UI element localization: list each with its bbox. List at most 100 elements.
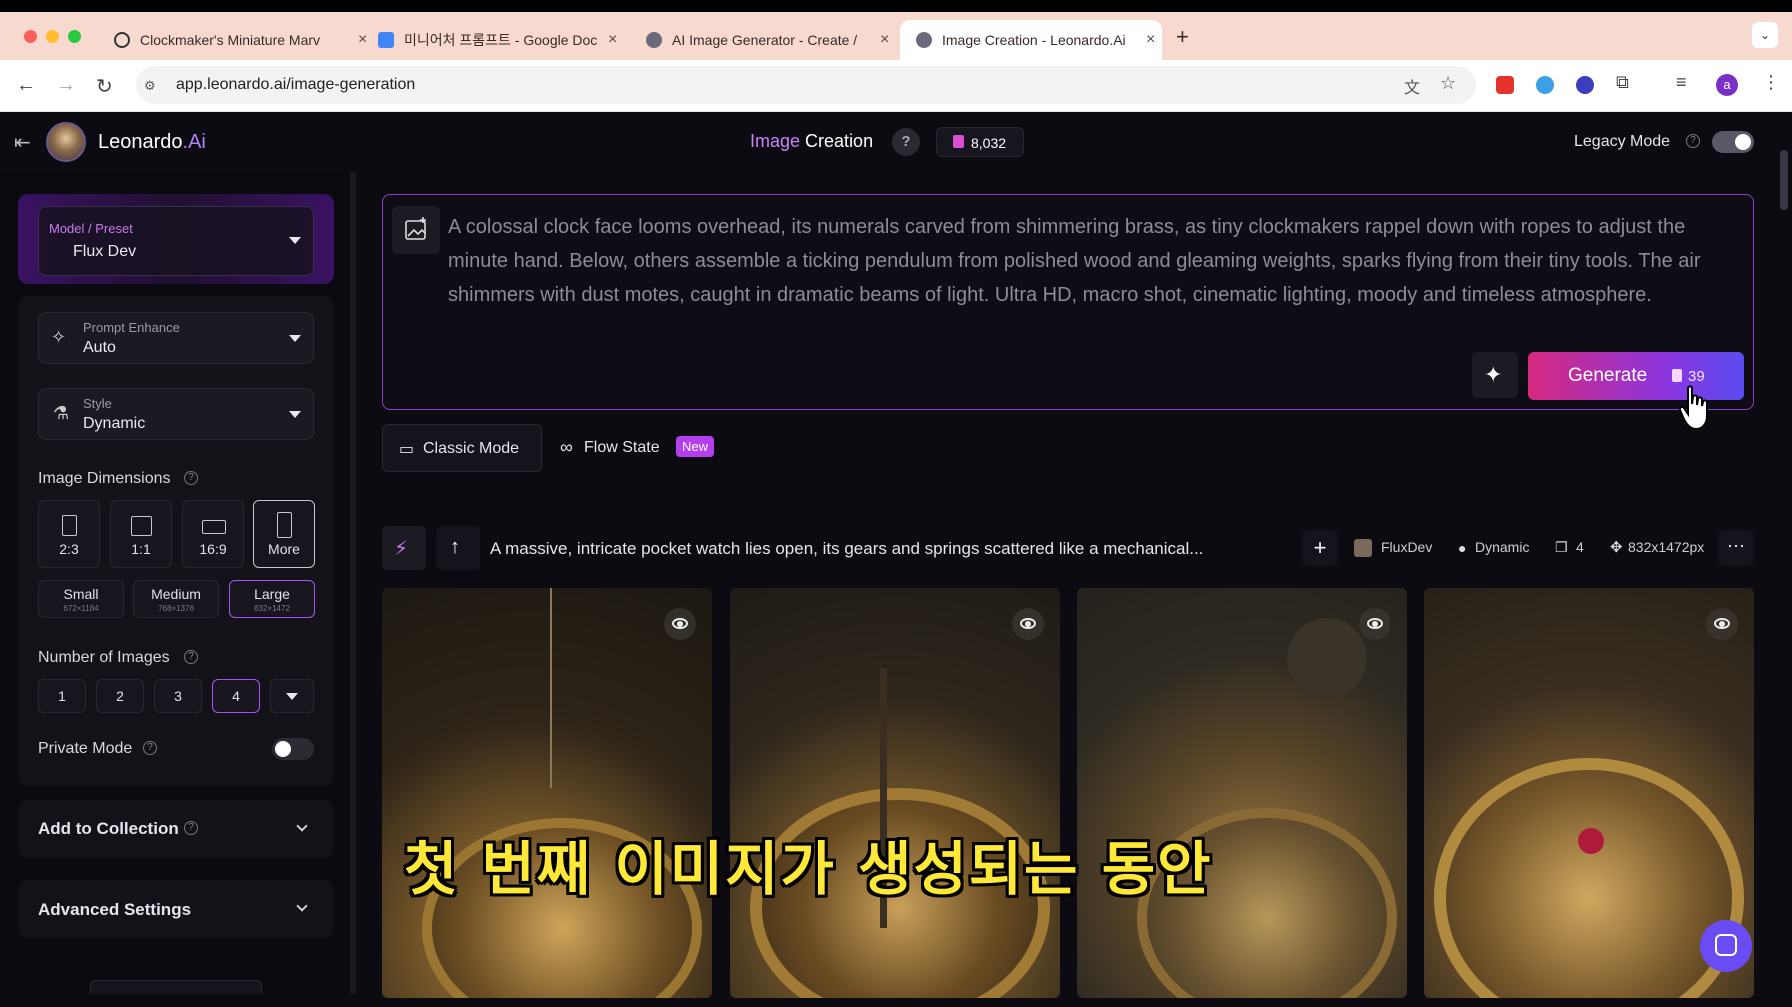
eye-icon[interactable] bbox=[664, 608, 696, 640]
close-tab-icon[interactable]: × bbox=[880, 31, 889, 49]
private-mode-toggle[interactable] bbox=[272, 738, 314, 760]
size-large-button[interactable]: Large 832×1472 bbox=[229, 580, 315, 618]
generation-count: 4 bbox=[1576, 539, 1584, 555]
main-scrollbar-thumb[interactable] bbox=[1780, 150, 1788, 210]
landscape-ratio-icon bbox=[202, 520, 226, 534]
style-value: Dynamic bbox=[83, 415, 146, 432]
reuse-prompt-button[interactable]: ↑ bbox=[436, 526, 480, 570]
chrome-menu-icon[interactable]: ⋮ bbox=[1762, 72, 1780, 93]
legacy-mode-info-icon[interactable]: ? bbox=[1686, 134, 1700, 148]
tab-flow-state[interactable]: ∞ Flow State New bbox=[546, 424, 726, 472]
dimension-2-3-button[interactable]: 2:3 bbox=[38, 500, 100, 568]
add-to-collection-info-icon[interactable]: ? bbox=[184, 821, 198, 835]
size-dims: 672×1184 bbox=[63, 604, 99, 613]
infinity-icon: ∞ bbox=[560, 437, 573, 457]
number-4-button[interactable]: 4 bbox=[212, 679, 260, 713]
close-tab-icon[interactable]: × bbox=[608, 31, 617, 49]
extension-record-icon[interactable] bbox=[1496, 76, 1514, 94]
extension-s-icon[interactable] bbox=[1576, 76, 1594, 94]
image-prompt-button[interactable] bbox=[392, 206, 440, 254]
back-arrow-icon[interactable]: ← bbox=[16, 74, 36, 97]
close-window-button[interactable] bbox=[24, 30, 37, 43]
sidebar-scrollbar[interactable] bbox=[350, 172, 356, 994]
browser-tab-3[interactable]: AI Image Generator - Create / × bbox=[630, 20, 889, 60]
eye-icon[interactable] bbox=[1012, 608, 1044, 640]
sparkles-icon: ✦ bbox=[1484, 362, 1503, 387]
eye-icon[interactable] bbox=[1359, 608, 1391, 640]
close-tab-icon[interactable]: × bbox=[1146, 31, 1155, 49]
generate-label: Generate bbox=[1568, 365, 1648, 386]
dimension-1-1-button[interactable]: 1:1 bbox=[110, 500, 172, 568]
arrow-up-icon: ↑ bbox=[450, 536, 460, 558]
chevron-down-icon bbox=[296, 900, 308, 912]
number-3-button[interactable]: 3 bbox=[154, 679, 202, 713]
tab-classic-mode[interactable]: ▭ Classic Mode bbox=[382, 424, 542, 472]
remix-button[interactable]: ⚡ bbox=[382, 526, 426, 570]
reload-icon[interactable]: ↻ bbox=[96, 74, 113, 99]
extensions-puzzle-icon[interactable]: ⧉ bbox=[1616, 72, 1629, 93]
advanced-settings-accordion[interactable]: Advanced Settings bbox=[18, 880, 334, 938]
media-control-icon[interactable]: ≡ bbox=[1676, 72, 1687, 93]
private-mode-info-icon[interactable]: ? bbox=[143, 741, 157, 755]
resize-icon: ✥ bbox=[1610, 539, 1623, 556]
generated-image-3[interactable] bbox=[1077, 588, 1407, 998]
add-to-collection-accordion[interactable]: Add to Collection ? bbox=[18, 800, 334, 858]
number-of-images-info-icon[interactable]: ? bbox=[184, 650, 198, 664]
bookmark-star-icon[interactable]: ☆ bbox=[1440, 73, 1456, 94]
generation-style: Dynamic bbox=[1475, 539, 1530, 555]
dimension-label: 1:1 bbox=[131, 541, 151, 557]
dimension-more-button[interactable]: More bbox=[253, 500, 315, 568]
collapse-sidebar-icon[interactable]: ⇤ bbox=[14, 130, 31, 155]
browser-tab-1[interactable]: Clockmaker's Miniature Marv × bbox=[98, 20, 367, 60]
number-1-button[interactable]: 1 bbox=[38, 679, 86, 713]
url-text: app.leonardo.ai/image-generation bbox=[176, 76, 416, 93]
site-info-icon[interactable]: ⚙ bbox=[144, 78, 156, 94]
leonardo-logo[interactable] bbox=[46, 122, 86, 162]
token-balance[interactable]: 8,032 bbox=[936, 127, 1024, 157]
chevron-down-icon bbox=[289, 411, 301, 418]
tab-search-button[interactable]: ⌄ bbox=[1752, 22, 1778, 48]
maximize-window-button[interactable] bbox=[68, 30, 81, 43]
number-more-dropdown[interactable] bbox=[270, 679, 314, 713]
magic-prompt-button[interactable]: ✦ bbox=[1472, 352, 1518, 398]
drop-icon: ● bbox=[1458, 540, 1467, 556]
size-medium-button[interactable]: Medium 768×1376 bbox=[133, 580, 219, 618]
extension-globe-icon[interactable] bbox=[1536, 76, 1554, 94]
generated-image-1[interactable] bbox=[382, 588, 712, 998]
generated-image-2[interactable] bbox=[730, 588, 1060, 998]
tab-label: Image Creation - Leonardo.Ai bbox=[942, 32, 1126, 48]
add-button[interactable]: + bbox=[1302, 530, 1338, 566]
browser-tab-2[interactable]: 미니어처 프롬프트 - Google Doc × bbox=[362, 20, 617, 60]
new-tab-button[interactable]: + bbox=[1176, 24, 1189, 50]
prompt-text[interactable]: A colossal clock face looms overhead, it… bbox=[448, 210, 1738, 312]
prompt-enhance-dropdown[interactable]: ✧ Prompt Enhance Auto bbox=[38, 312, 314, 364]
dimension-label: 2:3 bbox=[59, 541, 79, 557]
minimize-window-button[interactable] bbox=[46, 30, 59, 43]
model-preset-dropdown[interactable]: Model / Preset Flux Dev bbox=[38, 206, 314, 276]
support-chat-button[interactable] bbox=[1700, 920, 1752, 972]
sidebar-footer-button[interactable] bbox=[90, 980, 262, 994]
style-dropdown[interactable]: ⚗ Style Dynamic bbox=[38, 388, 314, 440]
help-icon[interactable]: ? bbox=[892, 128, 920, 156]
dimension-16-9-button[interactable]: 16:9 bbox=[182, 500, 244, 568]
translate-icon[interactable]: 文 bbox=[1404, 74, 1420, 98]
page-title: Image Creation bbox=[750, 131, 874, 151]
browser-tab-4[interactable]: Image Creation - Leonardo.Ai × bbox=[900, 20, 1162, 60]
private-mode-label: Private Mode bbox=[38, 740, 133, 757]
tab-label: AI Image Generator - Create / bbox=[672, 32, 858, 48]
more-options-button[interactable]: ··· bbox=[1718, 530, 1754, 566]
tab-label: 미니어처 프롬프트 - Google Doc bbox=[404, 32, 598, 48]
generation-model: FluxDev bbox=[1381, 539, 1433, 555]
eye-icon[interactable] bbox=[1706, 608, 1738, 640]
profile-avatar[interactable]: a bbox=[1716, 74, 1738, 96]
flask-icon: ⚗ bbox=[53, 403, 70, 423]
size-small-button[interactable]: Small 672×1184 bbox=[38, 580, 124, 618]
generate-cost: 39 bbox=[1688, 368, 1705, 385]
generation-size: 832x1472px bbox=[1628, 539, 1705, 555]
size-dims: 768×1376 bbox=[158, 604, 194, 613]
forward-arrow-icon[interactable]: → bbox=[56, 74, 76, 97]
legacy-mode-toggle[interactable] bbox=[1712, 131, 1754, 153]
screen: Clockmaker's Miniature Marv × 미니어처 프롬프트 … bbox=[0, 0, 1792, 1007]
image-dimensions-info-icon[interactable]: ? bbox=[184, 471, 198, 485]
number-2-button[interactable]: 2 bbox=[96, 679, 144, 713]
